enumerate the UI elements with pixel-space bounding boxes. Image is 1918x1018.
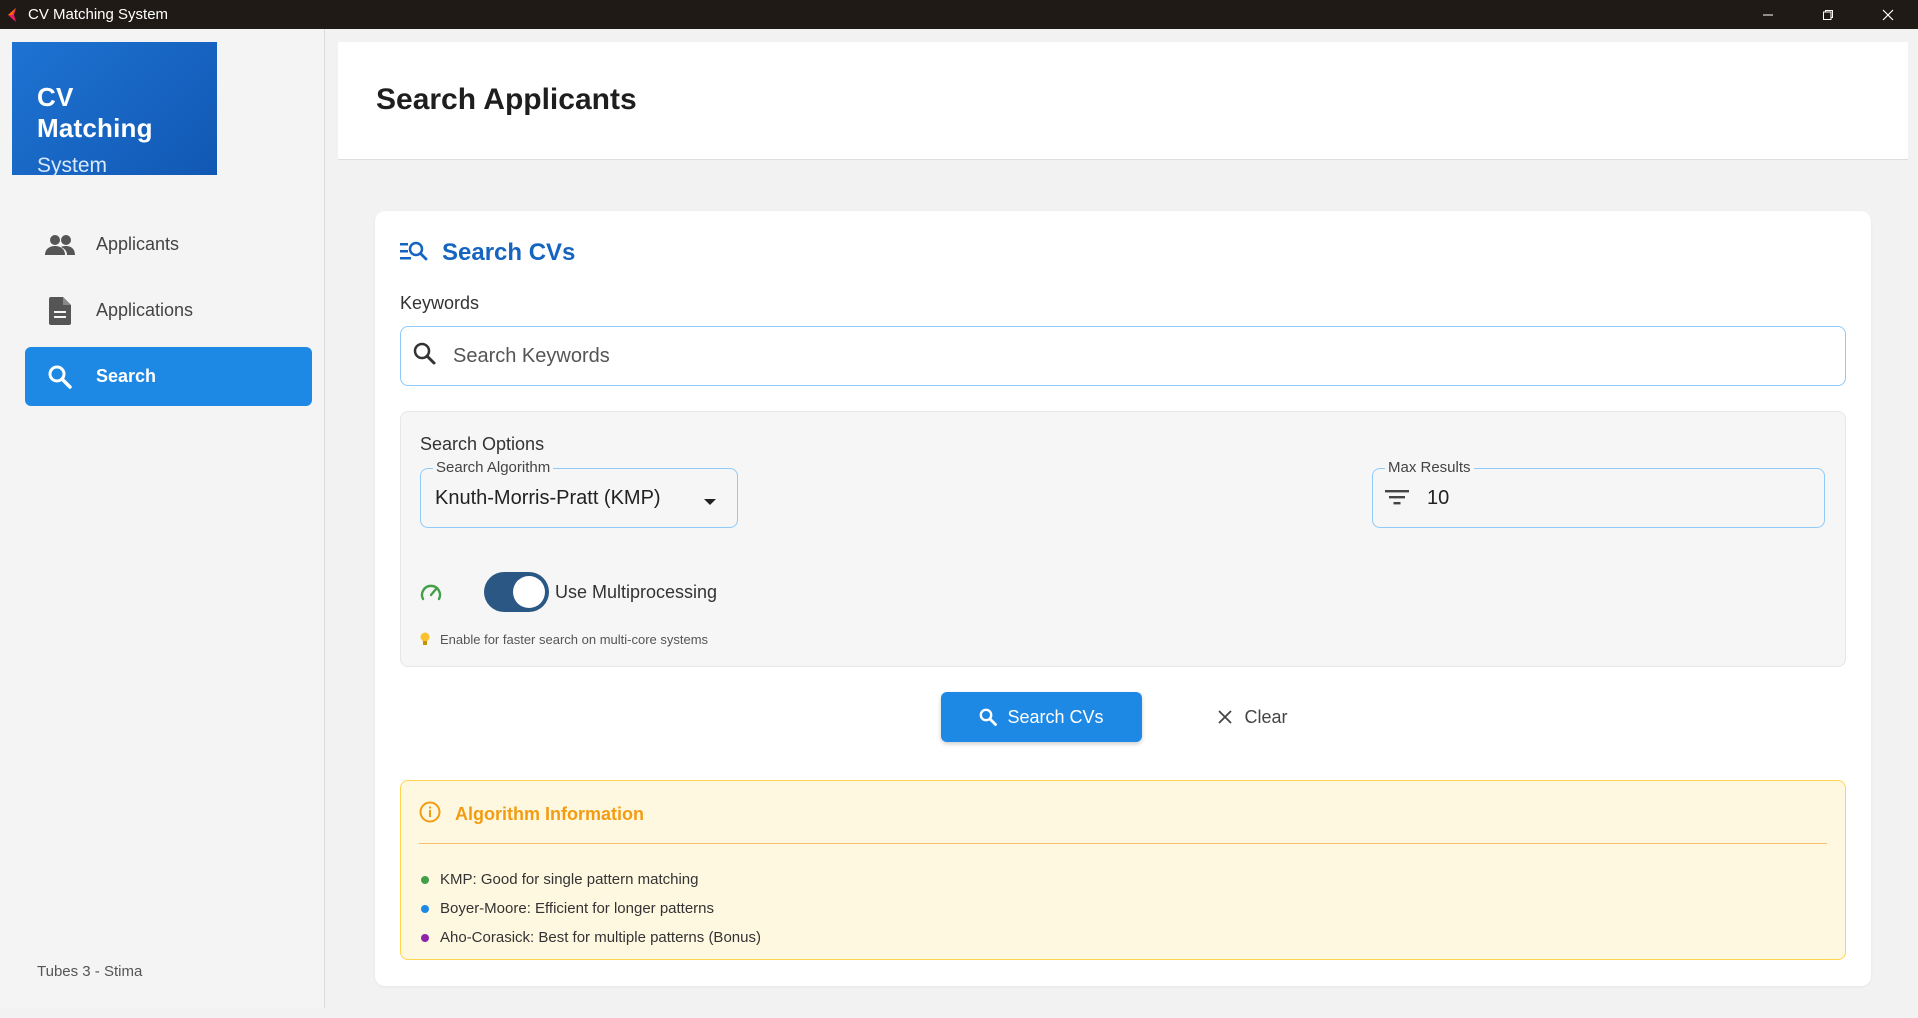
brand-block: CV Matching System xyxy=(12,42,217,177)
search-icon xyxy=(45,362,75,392)
speedometer-icon xyxy=(420,580,444,604)
app-logo-icon xyxy=(6,7,20,22)
algorithm-info-panel: Algorithm Information KMP: Good for sing… xyxy=(400,780,1846,960)
hint-text: Enable for faster search on multi-core s… xyxy=(440,631,709,647)
window-controls xyxy=(1738,0,1918,29)
close-icon xyxy=(1882,9,1894,20)
list-item: Aho-Corasick: Best for multiple patterns… xyxy=(421,923,761,952)
search-card: Search CVs Keywords Search Options Searc… xyxy=(375,211,1871,986)
sidebar-item-label: Applicants xyxy=(96,234,180,254)
algorithm-info-title: Algorithm Information xyxy=(455,804,644,824)
keywords-field[interactable] xyxy=(400,326,1846,386)
multiprocessing-toggle[interactable] xyxy=(484,572,549,612)
search-options-panel: Search Options Search Algorithm Knuth-Mo… xyxy=(400,411,1846,667)
algorithm-select[interactable]: Search Algorithm Knuth-Morris-Pratt (KMP… xyxy=(420,459,738,528)
info-icon xyxy=(419,801,441,828)
document-icon xyxy=(45,296,75,326)
people-icon xyxy=(45,230,75,260)
algorithm-info-list: KMP: Good for single pattern matching Bo… xyxy=(421,865,761,952)
algorithm-label: Search Algorithm xyxy=(433,459,554,476)
sidebar-item-label: Search xyxy=(96,366,157,386)
minimize-icon xyxy=(1763,14,1773,15)
list-item-text: KMP: Good for single pattern matching xyxy=(440,871,699,888)
page-header: Search Applicants xyxy=(338,42,1908,160)
clear-button[interactable]: Clear xyxy=(1203,692,1303,742)
card-title-row: Search CVs xyxy=(400,239,575,267)
list-item: Boyer-Moore: Efficient for longer patter… xyxy=(421,894,761,923)
multiprocessing-hint: Enable for faster search on multi-core s… xyxy=(420,631,708,647)
close-button[interactable] xyxy=(1858,0,1918,29)
sidebar-item-search[interactable]: Search xyxy=(25,347,312,406)
search-cvs-button[interactable]: Search CVs xyxy=(941,692,1142,742)
bullet-dot-icon xyxy=(421,933,429,942)
window-title: CV Matching System xyxy=(28,6,169,23)
divider xyxy=(419,843,1827,844)
bullet-dot-icon xyxy=(421,875,429,884)
list-item-text: Aho-Corasick: Best for multiple patterns… xyxy=(440,929,761,946)
list-item: KMP: Good for single pattern matching xyxy=(421,865,761,894)
max-results-field[interactable]: Max Results 10 xyxy=(1372,459,1825,528)
toggle-knob xyxy=(513,576,545,608)
lightbulb-icon xyxy=(420,631,432,647)
clear-label: Clear xyxy=(1244,706,1288,727)
restore-button[interactable] xyxy=(1798,0,1858,29)
list-item-text: Boyer-Moore: Efficient for longer patter… xyxy=(440,900,715,917)
title-bar: CV Matching System xyxy=(0,0,1918,29)
multiprocessing-row: Use Multiprocessing xyxy=(420,572,717,612)
algorithm-info-header: Algorithm Information xyxy=(419,801,644,828)
bullet-dot-icon xyxy=(421,904,429,913)
sidebar-nav: Applicants Applications Search xyxy=(25,215,312,413)
card-title: Search CVs xyxy=(442,239,576,266)
brand-title: CV Matching xyxy=(37,82,153,143)
max-results-label: Max Results xyxy=(1385,459,1474,476)
search-icon xyxy=(413,342,437,371)
manage-search-icon xyxy=(400,240,428,267)
brand-subtitle: System xyxy=(37,154,108,177)
search-options-title: Search Options xyxy=(420,434,545,454)
minimize-button[interactable] xyxy=(1738,0,1798,29)
keywords-label: Keywords xyxy=(400,293,480,313)
page-title: Search Applicants xyxy=(376,83,637,116)
search-icon xyxy=(979,708,998,726)
sidebar-item-label: Applications xyxy=(96,300,194,320)
filter-icon xyxy=(1385,487,1409,512)
sidebar-item-applications[interactable]: Applications xyxy=(25,281,312,340)
dropdown-arrow-icon xyxy=(703,493,717,511)
sidebar-footer: Tubes 3 - Stima xyxy=(37,963,143,980)
max-results-value: 10 xyxy=(1427,487,1450,509)
sidebar: CV Matching System Applicants Applicatio… xyxy=(0,29,325,1008)
multiprocessing-label: Use Multiprocessing xyxy=(555,581,718,602)
sidebar-item-applicants[interactable]: Applicants xyxy=(25,215,312,274)
restore-icon xyxy=(1823,9,1833,20)
algorithm-value: Knuth-Morris-Pratt (KMP) xyxy=(435,487,661,509)
search-cvs-label: Search CVs xyxy=(1007,706,1104,727)
search-input[interactable] xyxy=(453,344,1753,368)
close-icon xyxy=(1218,710,1233,724)
